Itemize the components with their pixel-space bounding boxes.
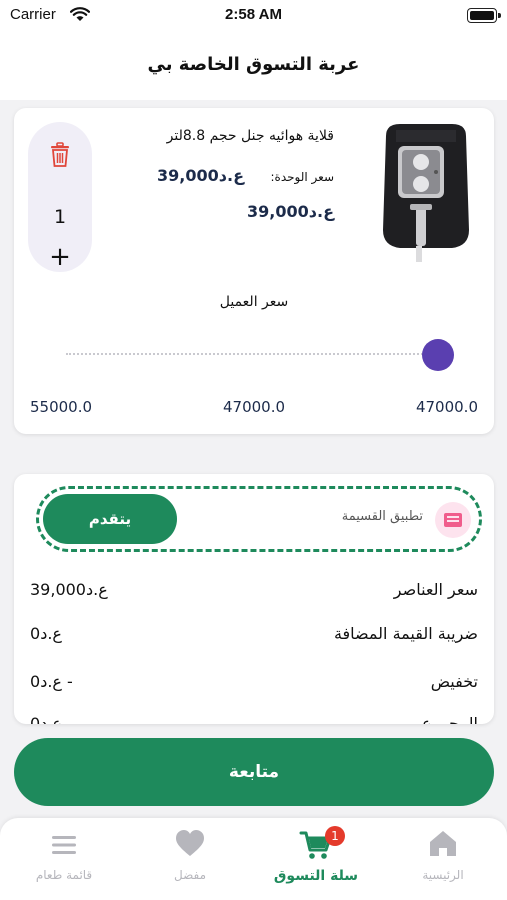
cart-screen: Carrier 2:58 AM عربة التسوق الخاصة بي قل… [0, 0, 507, 900]
quantity-value: 1 [53, 206, 67, 228]
trash-icon[interactable] [49, 142, 71, 168]
quantity-stepper: 1 + [28, 122, 92, 272]
product-name: قلاية هوائيه جنل حجم 8.8لتر [166, 128, 334, 144]
tab-home[interactable]: الرئيسية [388, 828, 498, 894]
clock: 2:58 AM [225, 6, 282, 23]
tab-label: مفضل [174, 868, 206, 882]
summary-row-vat: ضريبة القيمة المضافة ع.د0 [30, 624, 478, 652]
unit-price-label: سعر الوحدة: [270, 170, 334, 184]
summary-label: ضريبة القيمة المضافة [333, 624, 478, 643]
heart-icon [176, 830, 204, 856]
line-total: ع.د39,000 [247, 202, 334, 221]
installment-coupon-box: يتقدم تطبيق القسيمة [36, 486, 482, 552]
apply-button[interactable]: يتقدم [43, 494, 177, 544]
page-title: عربة التسوق الخاصة بي [147, 54, 360, 75]
continue-button[interactable]: متابعة [14, 738, 494, 806]
tab-label: سلة التسوق [273, 868, 359, 884]
summary-row-discount: تخفيض ع.د0 - [30, 672, 478, 700]
tab-menu[interactable]: قائمة طعام [9, 828, 119, 894]
tab-label: قائمة طعام [35, 868, 93, 882]
order-summary-card: يتقدم تطبيق القسيمة سعر العناصر ع.د39,00… [14, 474, 494, 724]
menu-icon [52, 836, 76, 854]
air-fryer-image [376, 122, 476, 264]
cart-item-card: قلاية هوائيه جنل حجم 8.8لتر سعر الوحدة: … [14, 108, 494, 434]
summary-row-total: المجموع ع.د0 [30, 714, 478, 724]
cart-badge: 1 [325, 826, 345, 846]
tab-cart[interactable]: 1 سلة التسوق [261, 826, 371, 894]
summary-value: ع.د0 - [30, 672, 73, 691]
unit-price-value: ع.د39,000 [157, 166, 244, 185]
customer-price-label: سعر العميل [219, 294, 289, 310]
tab-favorites[interactable]: مفضل [135, 828, 245, 894]
tab-label: الرئيسية [422, 868, 464, 882]
home-icon [430, 831, 456, 856]
battery-icon [467, 8, 501, 23]
summary-label: تخفيض [430, 672, 478, 691]
increment-button[interactable]: + [28, 244, 92, 270]
customer-price-slider[interactable] [66, 353, 438, 355]
status-bar: Carrier 2:58 AM [0, 0, 507, 32]
summary-value: ع.د39,000 [30, 580, 108, 599]
header: عربة التسوق الخاصة بي [0, 32, 507, 100]
coupon-icon [435, 502, 471, 538]
summary-value: ع.د0 [30, 624, 62, 643]
installment-label: تطبيق القسيمة [341, 509, 423, 524]
range-right-value: 47000.0 [415, 398, 478, 416]
summary-label: سعر العناصر [393, 580, 478, 599]
summary-row-items: سعر العناصر ع.د39,000 [30, 580, 478, 608]
summary-value: ع.د0 [30, 714, 62, 724]
tab-bar: قائمة طعام مفضل 1 سلة التسوق الرئيسية [0, 818, 507, 900]
summary-label: المجموع [422, 714, 478, 724]
slider-thumb[interactable] [422, 339, 454, 371]
